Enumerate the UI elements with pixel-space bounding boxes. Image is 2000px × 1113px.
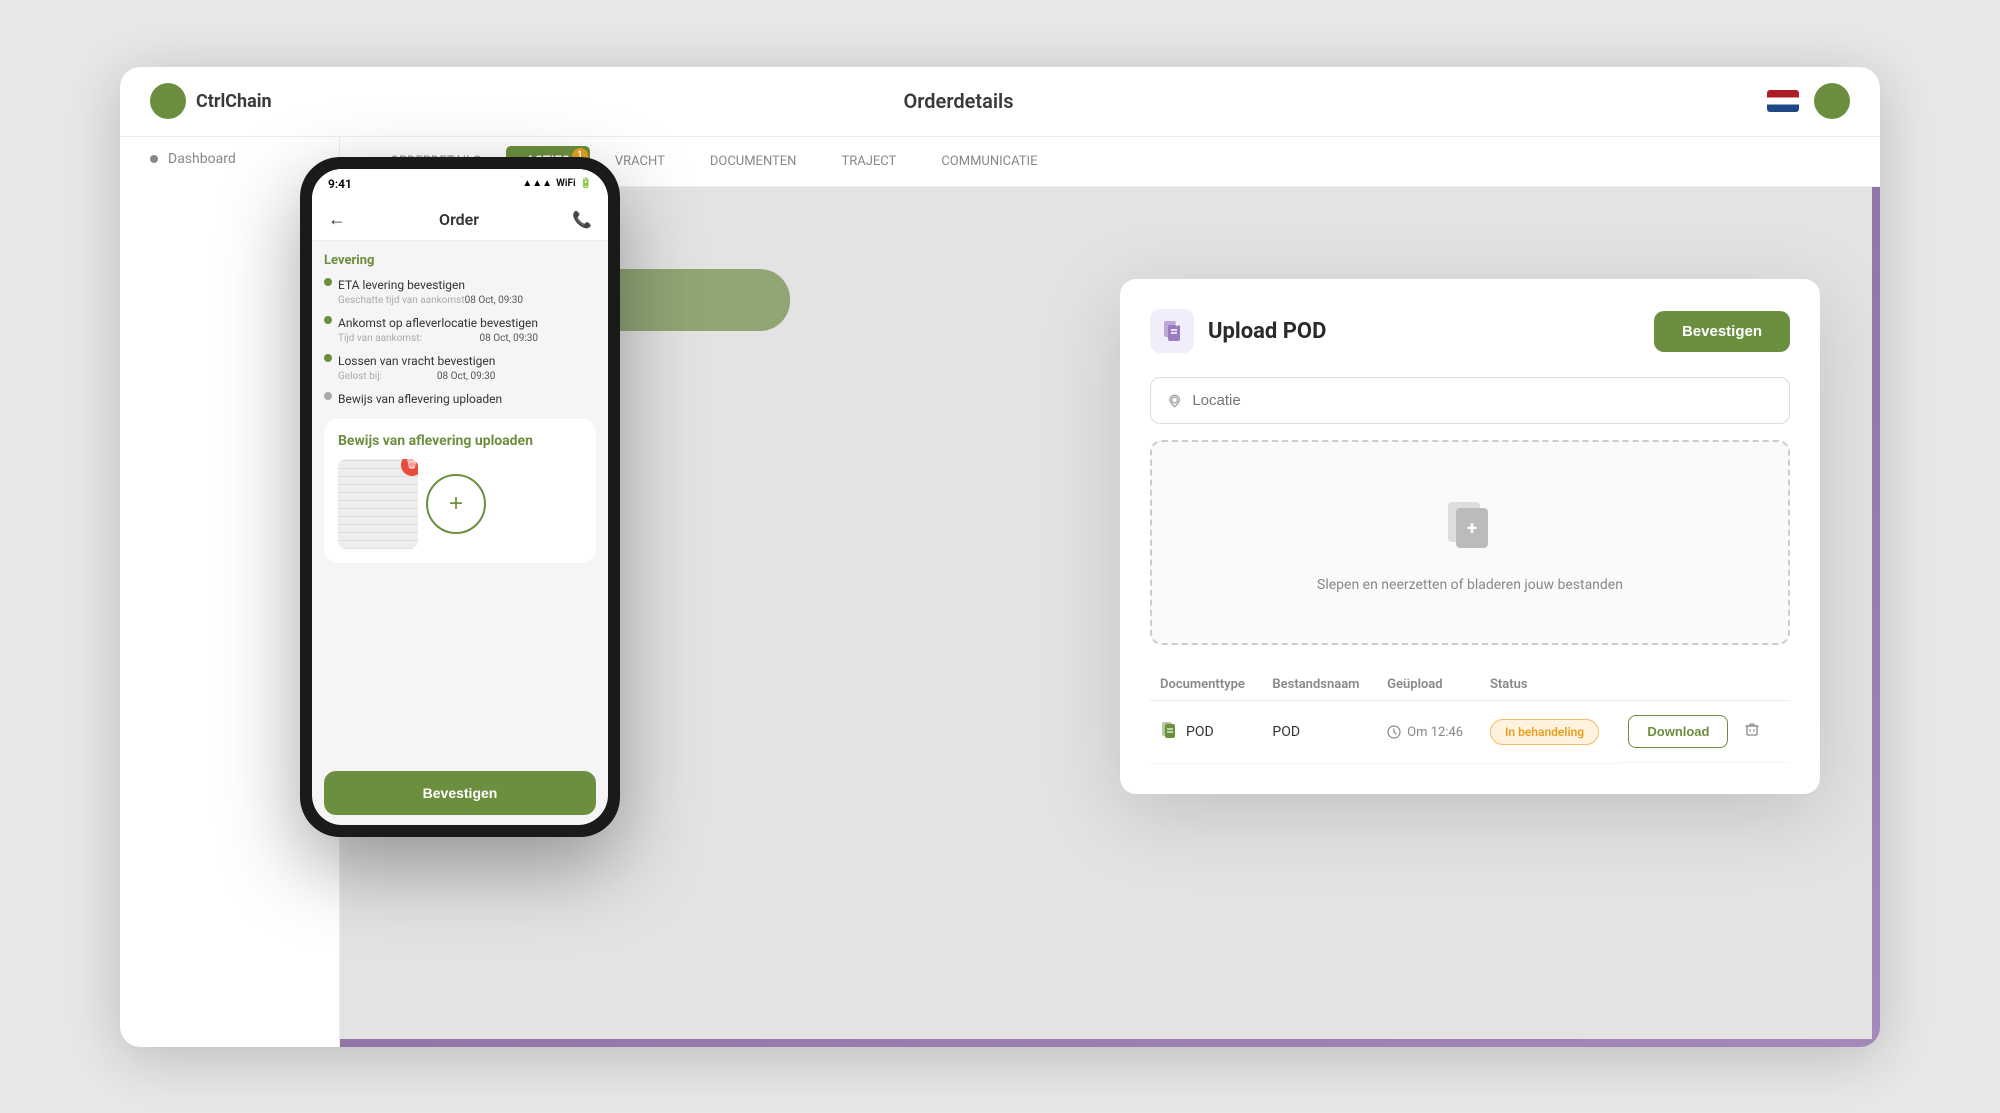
sidebar-item-label: Dashboard [168,151,236,167]
drop-zone-icon: + [1172,492,1768,565]
drop-zone-text: Slepen en neerzetten of bladeren jouw be… [1172,577,1768,593]
upload-time: Om 12:46 [1407,725,1463,740]
modal-title: Upload POD [1208,319,1326,344]
phone-list-item: Bewijs van aflevering uploaden [324,392,596,409]
user-avatar[interactable] [1814,83,1850,119]
bullet-icon [324,392,332,400]
bullet-icon [324,316,332,324]
phone-back-button[interactable]: ← [328,209,346,230]
col-bestandsnaam: Bestandsnaam [1262,669,1377,701]
bullet-icon [324,278,332,286]
phone-item-title: Bewijs van aflevering uploaden [338,392,502,406]
tab-documenten[interactable]: DOCUMENTEN [690,146,817,177]
svg-text:+: + [1175,321,1179,329]
modal-header: + Upload POD Bevestigen [1150,309,1790,353]
delete-row-button[interactable] [1736,717,1768,746]
delete-thumb-button[interactable]: 🗑 [401,459,418,476]
phone-call-icon[interactable]: 📞 [572,210,592,229]
phone-item-title: Lossen van vracht bevestigen [338,354,495,368]
phone-screen-title: Order [439,210,479,229]
filename-cell: POD [1262,701,1377,764]
download-button[interactable]: Download [1628,715,1728,748]
top-header: CtrlChain Orderdetails [120,67,1880,137]
col-status: Status [1480,669,1618,701]
col-documenttype: Documenttype [1150,669,1262,701]
col-geupload: Geüpload [1377,669,1480,701]
tab-traject[interactable]: TRAJECT [821,146,916,177]
phone-nav: ← Order 📞 [312,199,608,241]
document-table: Documenttype Bestandsnaam Geüpload Statu… [1150,669,1790,764]
uploaded-cell: Om 12:46 [1377,701,1480,764]
trash-icon [1744,721,1760,737]
phone-item-title: Ankomst op afleverlocatie bevestigen [338,316,538,330]
doc-file-icon [1160,721,1178,744]
phone-section-label: Levering [324,253,596,268]
phone-mockup: 9:41 ▲▲▲ WiFi 🔋 ← Order 📞 Levering [300,157,620,837]
sidebar-dot [150,155,158,163]
location-input[interactable] [1192,392,1773,409]
phone-list-item: Ankomst op afleverlocatie bevestigen Tij… [324,316,596,344]
doc-type-label: POD [1186,724,1214,740]
action-cell: Download [1618,701,1790,763]
phone-time: 9:41 [328,177,352,191]
upload-proof-card: Bewijs van aflevering uploaden 🗑 + [324,419,596,563]
page-title: Orderdetails [150,89,1767,113]
upload-proof-images: 🗑 + [338,459,582,549]
phone-content: Levering ETA levering bevestigen Geschat… [312,241,608,761]
language-flag-icon[interactable] [1767,90,1799,112]
location-icon [1167,393,1182,409]
phone-bottom: Bevestigen [312,761,608,825]
modal-icon-wrap: + [1150,309,1194,353]
col-actions [1618,669,1790,701]
phone-item-title: ETA levering bevestigen [338,278,523,292]
modal-confirm-button[interactable]: Bevestigen [1654,311,1790,352]
file-drop-zone[interactable]: + Slepen en neerzetten of bladeren jouw … [1150,440,1790,645]
upload-pod-modal: + Upload POD Bevestigen [1120,279,1820,794]
add-more-images-button[interactable]: + [426,474,486,534]
clock-icon [1387,725,1401,739]
svg-text:+: + [1467,518,1477,539]
phone-confirm-button[interactable]: Bevestigen [324,771,596,815]
tab-communicatie[interactable]: COMMUNICATIE [921,146,1057,177]
bullet-icon [324,354,332,362]
phone-list-item: ETA levering bevestigen Geschatte tijd v… [324,278,596,306]
status-cell: In behandeling [1480,701,1618,764]
phone-screen: 9:41 ▲▲▲ WiFi 🔋 ← Order 📞 Levering [312,169,608,825]
phone-status-bar: 9:41 ▲▲▲ WiFi 🔋 [312,169,608,199]
document-icon: + [1160,319,1184,343]
doc-type-cell: POD [1150,701,1262,764]
header-right [1767,83,1850,119]
phone-list-item: Lossen van vracht bevestigen Gelost bij:… [324,354,596,382]
modal-title-area: + Upload POD [1150,309,1326,353]
status-badge: In behandeling [1490,719,1599,745]
table-row: POD POD Om 12:46 [1150,701,1790,764]
upload-thumb: 🗑 [338,459,418,549]
upload-proof-title: Bewijs van aflevering uploaden [338,433,582,449]
location-input-wrap[interactable] [1150,377,1790,424]
